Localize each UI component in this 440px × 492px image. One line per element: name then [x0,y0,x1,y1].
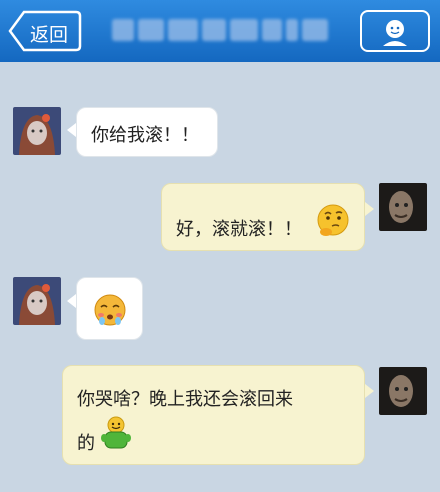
message-bubble-3[interactable] [76,277,143,340]
sender-avatar[interactable] [13,107,61,155]
crying-face-icon [94,294,126,326]
sender-avatar[interactable] [13,277,61,325]
contact-name: ████████ [112,17,342,43]
thinking-face-icon [317,204,349,236]
green-smiley-icon [101,416,131,449]
message-bubble-4[interactable]: 你哭啥？晚上我还会滚回来 的 [62,365,365,465]
message-bubble-2[interactable]: 好，滚就滚！！ [161,183,365,251]
my-avatar[interactable] [379,183,427,231]
person-icon [383,20,407,46]
back-button[interactable]: 返回 [8,10,82,52]
title-bar: 返回 ████████ [0,0,440,62]
my-avatar[interactable] [379,367,427,415]
profile-button[interactable] [360,10,430,52]
message-bubble-1[interactable]: 你给我滚！！ [76,107,218,157]
back-label: 返回 [30,24,69,46]
chat-area: 你给我滚！！ 好，滚就滚！！ 你哭啥？晚上我还会滚回来 的 [0,62,440,492]
